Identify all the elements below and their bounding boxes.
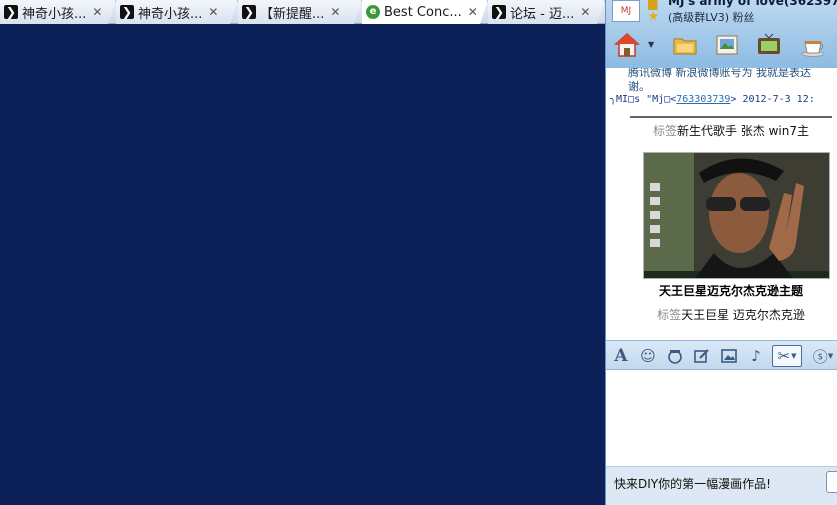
chat-bottom-bar: 快来DIY你的第一幅漫画作品! bbox=[606, 466, 837, 505]
send-button[interactable] bbox=[826, 471, 837, 493]
browser-tab-active[interactable]: e Best Conc... ✕ bbox=[362, 0, 488, 24]
c-logo-icon: ❯ bbox=[121, 5, 133, 19]
tag-label: 标签 bbox=[652, 124, 677, 138]
screenshot-scissors-icon[interactable]: ✂ ▼ bbox=[772, 345, 802, 367]
theme-preview-image[interactable] bbox=[643, 152, 830, 279]
chat-header: MJ ▇ MJ's army of love(36239783) ★ (高级群L… bbox=[606, 0, 837, 68]
more-options-icon[interactable]: ⓢ ▼ bbox=[809, 345, 837, 367]
browser-tab[interactable]: ❯ 论坛 - 迈... ✕ bbox=[488, 0, 605, 24]
message-text: 腾讯微博 新浪微博账号为 我就是表达 bbox=[628, 68, 811, 79]
font-style-icon[interactable]: A bbox=[610, 345, 632, 367]
browser-tab[interactable]: ❯ 神奇小孩... ✕ bbox=[116, 0, 238, 24]
tag-row: 标签新生代歌手 张杰 win7主 bbox=[630, 122, 832, 139]
close-tab-icon[interactable]: ✕ bbox=[580, 5, 592, 19]
tab-title: 神奇小孩... bbox=[138, 6, 203, 22]
desktop-background bbox=[0, 25, 605, 505]
tag-row: 标签天王巨星 迈克尔杰克逊 bbox=[630, 306, 832, 323]
group-avatar[interactable]: MJ bbox=[612, 0, 640, 22]
album-icon[interactable] bbox=[712, 30, 742, 60]
emoji-icon[interactable]: ☺ bbox=[637, 345, 659, 367]
music-icon[interactable]: ♪ bbox=[745, 345, 767, 367]
close-tab-icon[interactable]: ✕ bbox=[208, 5, 220, 19]
doodle-edit-icon[interactable] bbox=[691, 345, 713, 367]
c-logo-icon: ❯ bbox=[5, 5, 17, 19]
tab-title: 神奇小孩... bbox=[22, 6, 87, 22]
shared-theme-card[interactable]: 标签新生代歌手 张杰 win7主 天王巨星迈克尔杰克逊主题 标签天王巨星 迈克尔… bbox=[630, 116, 832, 324]
ie-page-icon: e bbox=[366, 5, 380, 19]
coffee-cup-icon[interactable] bbox=[798, 30, 828, 60]
tab-title: 【新提醒... bbox=[260, 6, 325, 22]
tab-title: 论坛 - 迈... bbox=[510, 6, 575, 22]
tag-values: 新生代歌手 张杰 win7主 bbox=[676, 124, 810, 138]
theme-title[interactable]: 天王巨星迈克尔杰克逊主题 bbox=[630, 282, 832, 299]
tab-title: Best Conc... bbox=[384, 4, 462, 20]
chat-title: MJ's army of love(36239783) bbox=[668, 0, 837, 8]
qq-group-chat-window: MJ ▇ MJ's army of love(36239783) ★ (高级群L… bbox=[605, 0, 837, 505]
close-tab-icon[interactable]: ✕ bbox=[92, 5, 104, 19]
magic-face-icon[interactable] bbox=[664, 345, 686, 367]
star-icon: ★ bbox=[648, 9, 659, 23]
group-level-label: (高级群LV3) 粉丝 bbox=[668, 11, 755, 24]
sender-name: ╮MI□s "Mj□< bbox=[610, 94, 677, 105]
message-text: 谢。 bbox=[628, 80, 650, 93]
tag-values: 天王巨星 迈克尔杰克逊 bbox=[681, 308, 805, 322]
message-input[interactable] bbox=[606, 371, 837, 466]
close-tab-icon[interactable]: ✕ bbox=[468, 5, 480, 19]
browser-tab-strip: ❯ 神奇小孩... ✕ ❯ 神奇小孩... ✕ ❯ 【新提醒... ✕ e Be… bbox=[0, 0, 605, 24]
c-logo-icon: ❯ bbox=[493, 5, 505, 19]
message-sender-line: ╮MI□s "Mj□<763303739> 2012-7-3 12: bbox=[610, 94, 815, 105]
sender-suffix: > bbox=[730, 94, 737, 105]
tv-video-icon[interactable] bbox=[754, 30, 784, 60]
image-icon[interactable] bbox=[718, 345, 740, 367]
chevron-down-icon[interactable]: ▼ bbox=[648, 40, 654, 49]
home-icon[interactable] bbox=[612, 30, 642, 60]
sender-qq-link[interactable]: 763303739 bbox=[676, 94, 730, 105]
chat-message-area[interactable]: 腾讯微博 新浪微博账号为 我就是表达 谢。 ╮MI□s "Mj□<7633037… bbox=[606, 68, 837, 340]
chat-top-toolbar: ▼ bbox=[612, 30, 837, 64]
browser-tab[interactable]: ❯ 【新提醒... ✕ bbox=[238, 0, 362, 24]
message-timestamp: 2012-7-3 12: bbox=[742, 94, 815, 105]
folder-share-icon[interactable] bbox=[670, 30, 700, 60]
promo-link[interactable]: 快来DIY你的第一幅漫画作品! bbox=[614, 475, 771, 492]
close-tab-icon[interactable]: ✕ bbox=[330, 5, 342, 19]
input-toolbar: A ☺ ♪ ✂ ▼ ⓢ ▼ bbox=[606, 340, 837, 370]
browser-tab[interactable]: ❯ 神奇小孩... ✕ bbox=[0, 0, 116, 24]
tag-label: 标签 bbox=[657, 308, 682, 322]
c-logo-icon: ❯ bbox=[243, 5, 255, 19]
